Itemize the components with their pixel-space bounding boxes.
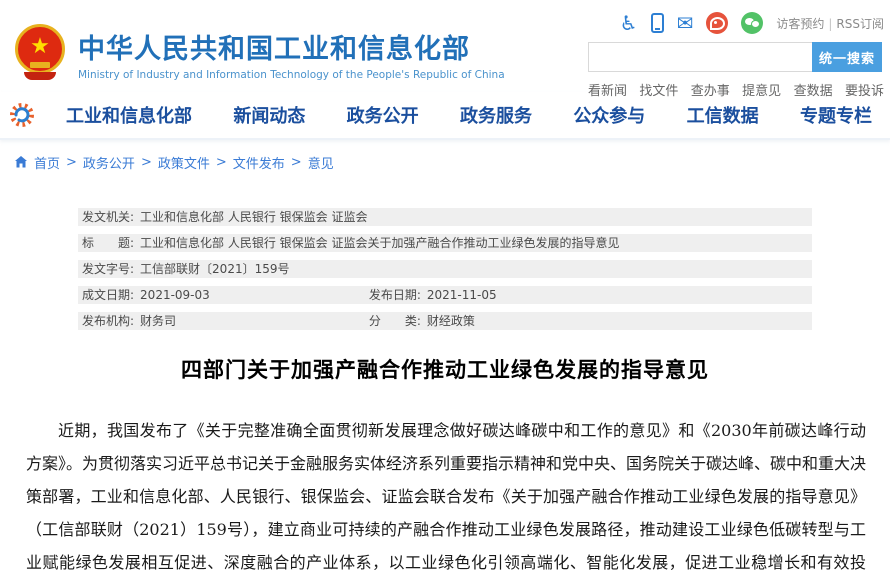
nav-item-miit-data[interactable]: 工信数据 <box>687 102 759 128</box>
quick-link-complaints[interactable]: 要投诉 <box>845 80 884 99</box>
nav-items: 工业和信息化部 新闻动态 政务公开 政务服务 公众参与 工信数据 专题专栏 <box>66 102 872 128</box>
site-logo-block[interactable]: ★ 中华人民共和国工业和信息化部 Ministry of Industry an… <box>14 6 505 92</box>
home-icon[interactable] <box>14 155 28 169</box>
document-body: 近期，我国发布了《关于完整准确全面贯彻新发展理念做好碳达峰碳中和工作的意见》和《… <box>26 414 866 579</box>
search-input[interactable] <box>588 42 812 72</box>
category-label: 分 类: <box>369 314 421 328</box>
document-meta-table: 发文机关: 工业和信息化部 人民银行 银保监会 证监会 标 题: 工业和信息化部 人… <box>78 208 812 330</box>
breadcrumb-separator: > <box>141 155 152 170</box>
publish-org-cell: 发布机构: 财务司 <box>82 312 365 330</box>
top-links-separator: | <box>828 17 832 31</box>
doc-number-label: 发文字号: <box>82 262 134 276</box>
weibo-icon[interactable] <box>706 12 728 34</box>
miit-gear-e-icon[interactable] <box>8 100 38 130</box>
publish-org-label: 发布机构: <box>82 314 134 328</box>
national-emblem-icon: ★ <box>14 24 66 80</box>
wechat-icon[interactable] <box>741 12 763 34</box>
quick-link-news[interactable]: 看新闻 <box>588 80 627 99</box>
site-header: ★ 中华人民共和国工业和信息化部 Ministry of Industry an… <box>0 0 890 92</box>
publish-date-cell: 发布日期: 2021-11-05 <box>369 288 497 302</box>
breadcrumb-policy-documents[interactable]: 政策文件 <box>158 153 210 172</box>
category-value: 财经政策 <box>427 314 475 328</box>
quick-link-documents[interactable]: 找文件 <box>639 80 678 99</box>
breadcrumb-document-release[interactable]: 文件发布 <box>233 153 285 172</box>
top-links: 访客预约 | RSS订阅 <box>776 15 884 32</box>
nav-item-ministry[interactable]: 工业和信息化部 <box>66 102 192 128</box>
header-right: ♿ ✉ 访客预约|RSS订阅 统一搜索 看新闻 找文件 查办事 提意见 查数据 … <box>588 6 884 92</box>
quick-link-services[interactable]: 查办事 <box>691 80 730 99</box>
issuing-org-label: 发文机关: <box>82 210 134 224</box>
search-bar: 统一搜索 <box>588 42 884 72</box>
main-nav: 工业和信息化部 新闻动态 政务公开 政务服务 公众参与 工信数据 专题专栏 <box>0 92 890 140</box>
publish-org-value: 财务司 <box>140 314 176 328</box>
written-date-cell: 成文日期: 2021-09-03 <box>82 286 365 304</box>
mobile-icon[interactable] <box>651 13 664 33</box>
written-date-value: 2021-09-03 <box>140 288 210 302</box>
nav-item-news[interactable]: 新闻动态 <box>233 102 305 128</box>
issuing-org-value: 工业和信息化部 人民银行 银保监会 证监会 <box>140 210 367 224</box>
page-title: 四部门关于加强产融合作推动工业绿色发展的指导意见 <box>0 354 890 384</box>
search-button[interactable]: 统一搜索 <box>812 42 882 72</box>
doc-title-value: 工业和信息化部 人民银行 银保监会 证监会关于加强产融合作推动工业绿色发展的指导… <box>140 236 619 250</box>
breadcrumb-separator: > <box>291 155 302 170</box>
emblem-ribbon-shape <box>24 72 56 80</box>
nav-item-gov-disclosure[interactable]: 政务公开 <box>347 102 419 128</box>
meta-row-org-category: 发布机构: 财务司 分 类: 财经政策 <box>78 312 812 330</box>
breadcrumb-separator: > <box>66 155 77 170</box>
emblem-star-icon: ★ <box>30 36 50 58</box>
emblem-gate-shape <box>30 62 50 68</box>
quick-links: 看新闻 找文件 查办事 提意见 查数据 要投诉 <box>588 80 884 99</box>
meta-row-title: 标 题: 工业和信息化部 人民银行 银保监会 证监会关于加强产融合作推动工业绿色发… <box>78 234 812 252</box>
accessibility-icon[interactable]: ♿ <box>620 13 638 33</box>
breadcrumb-gov-disclosure[interactable]: 政务公开 <box>83 153 135 172</box>
doc-title-label: 标 题: <box>82 236 134 250</box>
header-utility-row: ♿ ✉ 访客预约 | RSS订阅 <box>588 10 884 36</box>
publish-date-value: 2021-11-05 <box>427 288 497 302</box>
written-date-label: 成文日期: <box>82 288 134 302</box>
rss-link[interactable]: RSS订阅 <box>836 17 884 31</box>
site-title: 中华人民共和国工业和信息化部 <box>78 27 505 66</box>
doc-number-value: 工信部联财〔2021〕159号 <box>140 262 289 276</box>
quick-link-suggestions[interactable]: 提意见 <box>742 80 781 99</box>
breadcrumb: 首页 > 政务公开 > 政策文件 > 文件发布 > 意见 <box>14 152 890 172</box>
nav-item-gov-services[interactable]: 政务服务 <box>460 102 532 128</box>
site-subtitle: Ministry of Industry and Information Tec… <box>78 69 505 81</box>
breadcrumb-separator: > <box>216 155 227 170</box>
publish-date-label: 发布日期: <box>369 288 421 302</box>
meta-row-doc-number: 发文字号: 工信部联财〔2021〕159号 <box>78 260 812 278</box>
meta-row-issuing-org: 发文机关: 工业和信息化部 人民银行 银保监会 证监会 <box>78 208 812 226</box>
quick-link-data[interactable]: 查数据 <box>794 80 833 99</box>
mail-icon[interactable]: ✉ <box>677 13 694 33</box>
nav-item-public-participation[interactable]: 公众参与 <box>573 102 645 128</box>
site-titles: 中华人民共和国工业和信息化部 Ministry of Industry and … <box>78 17 505 81</box>
nav-item-special-topics[interactable]: 专题专栏 <box>800 102 872 128</box>
page: ★ 中华人民共和国工业和信息化部 Ministry of Industry an… <box>0 0 890 579</box>
breadcrumb-opinions[interactable]: 意见 <box>308 153 334 172</box>
meta-row-dates: 成文日期: 2021-09-03 发布日期: 2021-11-05 <box>78 286 812 304</box>
breadcrumb-home[interactable]: 首页 <box>34 153 60 172</box>
category-cell: 分 类: 财经政策 <box>369 314 475 328</box>
visitor-appointment-link[interactable]: 访客预约 <box>776 17 824 31</box>
